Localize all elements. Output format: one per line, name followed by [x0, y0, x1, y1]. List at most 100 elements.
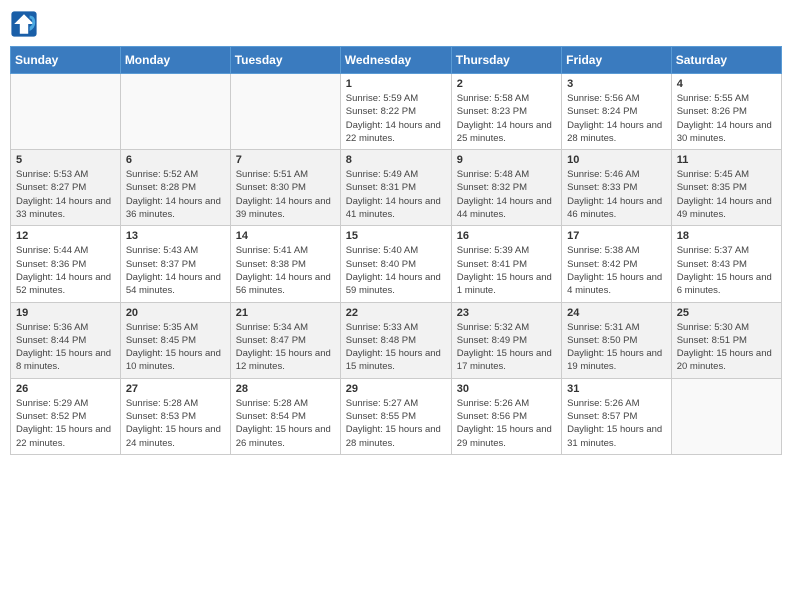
- day-number: 9: [457, 154, 556, 166]
- day-number: 6: [126, 154, 225, 166]
- calendar-cell: 15 Sunrise: 5:40 AMSunset: 8:40 PMDayligh…: [340, 226, 451, 302]
- calendar-cell: 5 Sunrise: 5:53 AMSunset: 8:27 PMDaylight…: [11, 150, 121, 226]
- day-header-tuesday: Tuesday: [230, 47, 340, 74]
- day-number: 3: [567, 78, 666, 90]
- day-info: Sunrise: 5:36 AMSunset: 8:44 PMDaylight:…: [16, 321, 115, 374]
- week-row-1: 5 Sunrise: 5:53 AMSunset: 8:27 PMDaylight…: [11, 150, 782, 226]
- day-info: Sunrise: 5:30 AMSunset: 8:51 PMDaylight:…: [677, 321, 776, 374]
- day-number: 26: [16, 383, 115, 395]
- day-info: Sunrise: 5:59 AMSunset: 8:22 PMDaylight:…: [346, 92, 446, 145]
- calendar-cell: 19 Sunrise: 5:36 AMSunset: 8:44 PMDayligh…: [11, 302, 121, 378]
- day-info: Sunrise: 5:28 AMSunset: 8:54 PMDaylight:…: [236, 397, 335, 450]
- day-number: 7: [236, 154, 335, 166]
- calendar-cell: 1Sunrise: 5:59 AMSunset: 8:22 PMDaylight…: [340, 74, 451, 150]
- day-number: 12: [16, 230, 115, 242]
- day-number: 31: [567, 383, 666, 395]
- day-info: Sunrise: 5:38 AMSunset: 8:42 PMDaylight:…: [567, 244, 666, 297]
- day-number: 5: [16, 154, 115, 166]
- day-number: 30: [457, 383, 556, 395]
- page-header: [10, 10, 782, 38]
- day-info: Sunrise: 5:55 AMSunset: 8:26 PMDaylight:…: [677, 92, 776, 145]
- day-info: Sunrise: 5:33 AMSunset: 8:48 PMDaylight:…: [346, 321, 446, 374]
- logo-icon: [10, 10, 38, 38]
- day-info: Sunrise: 5:49 AMSunset: 8:31 PMDaylight:…: [346, 168, 446, 221]
- day-number: 29: [346, 383, 446, 395]
- day-info: Sunrise: 5:40 AMSunset: 8:40 PMDaylight:…: [346, 244, 446, 297]
- calendar-cell: 18 Sunrise: 5:37 AMSunset: 8:43 PMDayligh…: [671, 226, 781, 302]
- calendar-cell: 13 Sunrise: 5:43 AMSunset: 8:37 PMDayligh…: [120, 226, 230, 302]
- day-header-row: SundayMondayTuesdayWednesdayThursdayFrid…: [11, 47, 782, 74]
- day-info: Sunrise: 5:53 AMSunset: 8:27 PMDaylight:…: [16, 168, 115, 221]
- day-info: Sunrise: 5:43 AMSunset: 8:37 PMDaylight:…: [126, 244, 225, 297]
- week-row-0: 1Sunrise: 5:59 AMSunset: 8:22 PMDaylight…: [11, 74, 782, 150]
- calendar-cell: 2 Sunrise: 5:58 AMSunset: 8:23 PMDaylight…: [451, 74, 561, 150]
- day-info: Sunrise: 5:41 AMSunset: 8:38 PMDaylight:…: [236, 244, 335, 297]
- day-info: Sunrise: 5:28 AMSunset: 8:53 PMDaylight:…: [126, 397, 225, 450]
- day-info: Sunrise: 5:32 AMSunset: 8:49 PMDaylight:…: [457, 321, 556, 374]
- day-header-friday: Friday: [562, 47, 672, 74]
- day-info: Sunrise: 5:56 AMSunset: 8:24 PMDaylight:…: [567, 92, 666, 145]
- day-info: Sunrise: 5:44 AMSunset: 8:36 PMDaylight:…: [16, 244, 115, 297]
- day-number: 11: [677, 154, 776, 166]
- day-info: Sunrise: 5:52 AMSunset: 8:28 PMDaylight:…: [126, 168, 225, 221]
- day-number: 2: [457, 78, 556, 90]
- day-number: 20: [126, 307, 225, 319]
- day-number: 27: [126, 383, 225, 395]
- day-info: Sunrise: 5:48 AMSunset: 8:32 PMDaylight:…: [457, 168, 556, 221]
- calendar-cell: 24Sunrise: 5:31 AMSunset: 8:50 PMDayligh…: [562, 302, 672, 378]
- calendar-cell: 23 Sunrise: 5:32 AMSunset: 8:49 PMDayligh…: [451, 302, 561, 378]
- calendar-cell: 16Sunrise: 5:39 AMSunset: 8:41 PMDayligh…: [451, 226, 561, 302]
- calendar-cell: 27 Sunrise: 5:28 AMSunset: 8:53 PMDayligh…: [120, 378, 230, 454]
- day-number: 28: [236, 383, 335, 395]
- day-info: Sunrise: 5:29 AMSunset: 8:52 PMDaylight:…: [16, 397, 115, 450]
- day-number: 23: [457, 307, 556, 319]
- day-info: Sunrise: 5:37 AMSunset: 8:43 PMDaylight:…: [677, 244, 776, 297]
- day-number: 15: [346, 230, 446, 242]
- day-info: Sunrise: 5:45 AMSunset: 8:35 PMDaylight:…: [677, 168, 776, 221]
- day-header-thursday: Thursday: [451, 47, 561, 74]
- calendar-cell: 9 Sunrise: 5:48 AMSunset: 8:32 PMDaylight…: [451, 150, 561, 226]
- day-number: 14: [236, 230, 335, 242]
- day-number: 18: [677, 230, 776, 242]
- calendar-cell: [11, 74, 121, 150]
- day-number: 17: [567, 230, 666, 242]
- day-header-sunday: Sunday: [11, 47, 121, 74]
- calendar-cell: 14 Sunrise: 5:41 AMSunset: 8:38 PMDayligh…: [230, 226, 340, 302]
- calendar-cell: 6 Sunrise: 5:52 AMSunset: 8:28 PMDaylight…: [120, 150, 230, 226]
- logo: [10, 10, 42, 38]
- calendar-cell: 7 Sunrise: 5:51 AMSunset: 8:30 PMDaylight…: [230, 150, 340, 226]
- day-number: 22: [346, 307, 446, 319]
- day-info: Sunrise: 5:39 AMSunset: 8:41 PMDaylight:…: [457, 244, 556, 297]
- day-info: Sunrise: 5:35 AMSunset: 8:45 PMDaylight:…: [126, 321, 225, 374]
- day-info: Sunrise: 5:26 AMSunset: 8:56 PMDaylight:…: [457, 397, 556, 450]
- calendar-cell: 11 Sunrise: 5:45 AMSunset: 8:35 PMDayligh…: [671, 150, 781, 226]
- calendar-cell: 21Sunrise: 5:34 AMSunset: 8:47 PMDayligh…: [230, 302, 340, 378]
- calendar-cell: 10Sunrise: 5:46 AMSunset: 8:33 PMDayligh…: [562, 150, 672, 226]
- day-number: 8: [346, 154, 446, 166]
- day-header-wednesday: Wednesday: [340, 47, 451, 74]
- calendar-cell: [120, 74, 230, 150]
- calendar-cell: 20 Sunrise: 5:35 AMSunset: 8:45 PMDayligh…: [120, 302, 230, 378]
- calendar-cell: 31 Sunrise: 5:26 AMSunset: 8:57 PMDayligh…: [562, 378, 672, 454]
- calendar-cell: 25Sunrise: 5:30 AMSunset: 8:51 PMDayligh…: [671, 302, 781, 378]
- calendar-cell: 30 Sunrise: 5:26 AMSunset: 8:56 PMDayligh…: [451, 378, 561, 454]
- calendar-cell: 22 Sunrise: 5:33 AMSunset: 8:48 PMDayligh…: [340, 302, 451, 378]
- day-info: Sunrise: 5:34 AMSunset: 8:47 PMDaylight:…: [236, 321, 335, 374]
- day-info: Sunrise: 5:58 AMSunset: 8:23 PMDaylight:…: [457, 92, 556, 145]
- calendar-cell: 26 Sunrise: 5:29 AMSunset: 8:52 PMDayligh…: [11, 378, 121, 454]
- week-row-4: 26 Sunrise: 5:29 AMSunset: 8:52 PMDayligh…: [11, 378, 782, 454]
- day-number: 10: [567, 154, 666, 166]
- calendar-cell: [671, 378, 781, 454]
- day-number: 4: [677, 78, 776, 90]
- day-number: 13: [126, 230, 225, 242]
- calendar-cell: 3 Sunrise: 5:56 AMSunset: 8:24 PMDaylight…: [562, 74, 672, 150]
- calendar-cell: 28 Sunrise: 5:28 AMSunset: 8:54 PMDayligh…: [230, 378, 340, 454]
- calendar-table: SundayMondayTuesdayWednesdayThursdayFrid…: [10, 46, 782, 455]
- calendar-cell: 8 Sunrise: 5:49 AMSunset: 8:31 PMDaylight…: [340, 150, 451, 226]
- day-info: Sunrise: 5:26 AMSunset: 8:57 PMDaylight:…: [567, 397, 666, 450]
- day-number: 19: [16, 307, 115, 319]
- week-row-3: 19 Sunrise: 5:36 AMSunset: 8:44 PMDayligh…: [11, 302, 782, 378]
- day-info: Sunrise: 5:31 AMSunset: 8:50 PMDaylight:…: [567, 321, 666, 374]
- day-info: Sunrise: 5:51 AMSunset: 8:30 PMDaylight:…: [236, 168, 335, 221]
- calendar-cell: 12 Sunrise: 5:44 AMSunset: 8:36 PMDayligh…: [11, 226, 121, 302]
